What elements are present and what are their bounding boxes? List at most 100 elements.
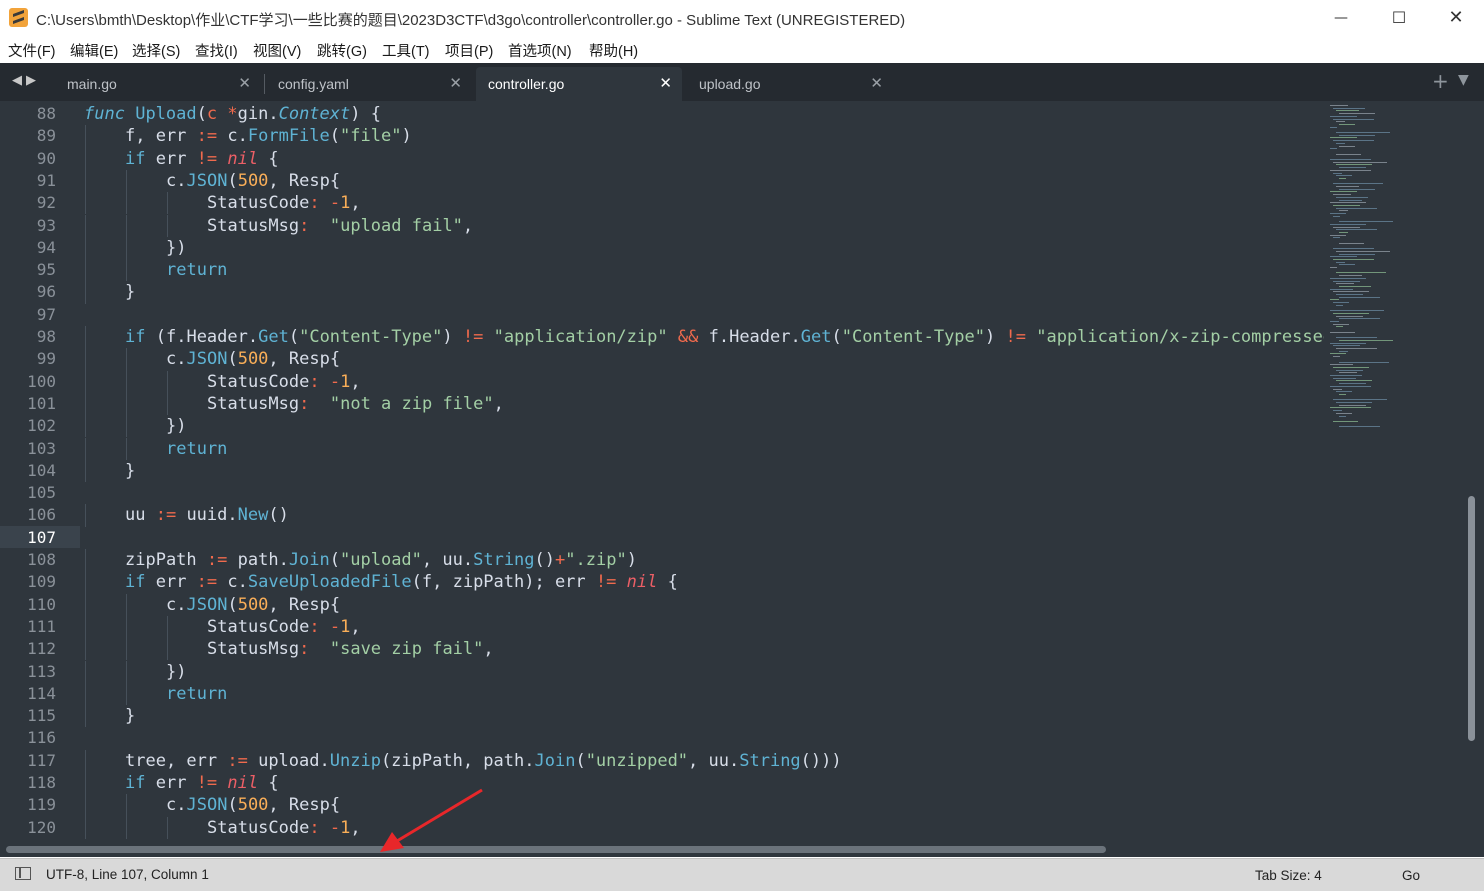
indent-guide: [85, 147, 86, 170]
code-token: c: [206, 104, 218, 124]
menu-project[interactable]: 项目(P): [445, 40, 493, 61]
indent-guide: [85, 705, 86, 728]
code-token: "Content-Type": [841, 327, 986, 347]
code-token: JSON: [186, 170, 228, 191]
tab-list-dropdown-icon[interactable]: ▼: [1458, 72, 1469, 88]
code-token: -: [329, 371, 341, 392]
code-token: Context: [278, 104, 351, 124]
code-token: if: [125, 148, 146, 169]
code-token: (: [227, 170, 238, 191]
minimap-line: [1336, 186, 1359, 187]
minimap-line: [1339, 264, 1356, 266]
minimap-line: [1339, 426, 1380, 428]
minimap[interactable]: [1326, 101, 1466, 841]
code-line: if err != nil {: [125, 772, 279, 794]
minimap-line: [1333, 345, 1360, 347]
menu-preferences[interactable]: 首选项(N): [508, 40, 572, 61]
indent-guide: [85, 169, 86, 193]
menu-view[interactable]: 视图(V): [253, 40, 301, 61]
code-line: c.JSON(500, Resp{: [166, 348, 340, 370]
horizontal-scrollbar-thumb[interactable]: [6, 846, 1106, 853]
minimap-line: [1330, 137, 1357, 139]
code-token: c: [217, 126, 238, 147]
indent-guide: [85, 504, 86, 527]
code-token: (: [329, 126, 341, 147]
line-number: 112: [27, 639, 56, 659]
code-area[interactable]: func Upload(c *gin.Context) {f, err := c…: [84, 101, 1324, 857]
code-line: c.JSON(500, Resp{: [166, 170, 340, 192]
tab-upload-go[interactable]: upload.go ✕: [687, 67, 893, 101]
minimap-line: [1339, 221, 1393, 223]
minimap-line: [1336, 369, 1363, 371]
tab-nav-arrows-icon[interactable]: ◀▶: [12, 73, 40, 88]
minimap-line: [1336, 153, 1362, 155]
tab-controller-go[interactable]: controller.go ✕: [476, 67, 682, 101]
minimap-line: [1339, 372, 1357, 374]
code-token: (: [196, 104, 207, 124]
new-tab-plus-icon[interactable]: +: [1432, 69, 1449, 93]
indent-guide: [85, 125, 86, 148]
menu-goto[interactable]: 跳转(G): [317, 40, 367, 61]
code-editor[interactable]: 88 89 90 91 92 93 94 95 96 97 98 99 100 101 102 103 104 1…: [0, 101, 1484, 857]
minimap-line: [1333, 237, 1341, 239]
code-token: if: [125, 572, 146, 593]
code-token: :=: [206, 550, 228, 570]
minimap-line: [1333, 107, 1365, 109]
maximize-button[interactable]: ☐: [1370, 0, 1428, 38]
menu-selection[interactable]: 选择(S): [132, 40, 180, 61]
code-token: .: [278, 550, 289, 570]
indent-guide: [167, 638, 168, 661]
indent-guide: [85, 549, 86, 572]
code-token: StatusMsg: [207, 393, 300, 414]
menu-help[interactable]: 帮助(H): [589, 40, 638, 61]
line-number: 107: [27, 527, 56, 547]
menu-edit[interactable]: 编辑(E): [70, 40, 118, 61]
menu-find[interactable]: 查找(I): [195, 40, 238, 61]
menu-file[interactable]: 文件(F): [8, 40, 56, 61]
panel-toggle-icon[interactable]: [15, 867, 31, 880]
minimap-line: [1333, 399, 1387, 401]
line-number: 92: [36, 193, 56, 213]
code-token: .: [227, 505, 238, 526]
minimap-line: [1330, 342, 1366, 344]
vertical-scrollbar-thumb[interactable]: [1468, 496, 1475, 741]
minimize-button[interactable]: —: [1312, 0, 1370, 38]
minimap-line: [1339, 167, 1366, 169]
status-encoding-position[interactable]: UTF-8, Line 107, Column 1: [46, 867, 209, 882]
code-token: !=: [196, 773, 218, 793]
indent-guide: [167, 615, 168, 639]
status-tab-size[interactable]: Tab Size: 4: [1255, 868, 1322, 883]
tab-close-icon[interactable]: ✕: [870, 74, 883, 92]
close-window-button[interactable]: ✕: [1427, 0, 1484, 38]
code-token: (): [268, 505, 289, 526]
tab-close-icon[interactable]: ✕: [659, 74, 672, 92]
code-token: Unzip: [329, 750, 381, 771]
code-token: :: [309, 616, 320, 637]
code-token: 500: [237, 349, 269, 370]
line-number: 91: [36, 170, 56, 190]
line-number: 106: [27, 505, 56, 525]
code-line: return: [166, 683, 227, 705]
code-token: 1: [340, 371, 351, 392]
tab-close-icon[interactable]: ✕: [238, 74, 251, 92]
status-syntax[interactable]: Go: [1402, 868, 1420, 883]
tab-main-go[interactable]: main.go ✕: [55, 67, 261, 101]
code-token: ) {: [350, 104, 381, 124]
red-annotation-arrow-icon: [380, 788, 483, 852]
code-token: 1: [340, 817, 351, 838]
code-token: ,: [493, 393, 504, 414]
code-token: StatusMsg: [207, 639, 300, 660]
tab-config-yaml[interactable]: config.yaml ✕: [266, 67, 472, 101]
minimap-line: [1336, 326, 1344, 328]
minimap-line: [1339, 242, 1365, 244]
code-token: :=: [196, 126, 218, 147]
tab-close-icon[interactable]: ✕: [449, 74, 462, 92]
code-token: :: [299, 639, 310, 660]
code-token: 1: [340, 616, 351, 637]
indent-guide: [167, 816, 168, 839]
indent-guide: [85, 459, 86, 483]
minimap-line: [1336, 164, 1372, 166]
menu-tools[interactable]: 工具(T): [382, 40, 430, 61]
